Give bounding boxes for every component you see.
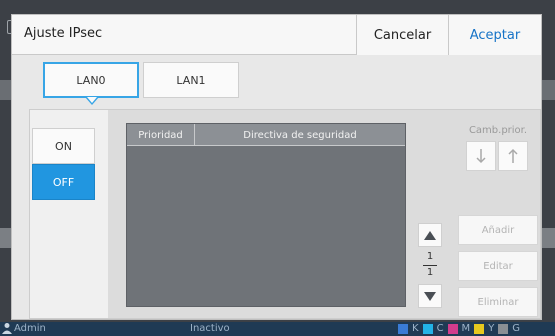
cancel-button[interactable]: Cancelar bbox=[356, 15, 448, 55]
arrow-up-icon bbox=[508, 148, 518, 163]
priority-change-label: Camb.prior. bbox=[468, 125, 528, 136]
triangle-down-icon bbox=[424, 291, 436, 301]
page-up-button[interactable] bbox=[418, 223, 442, 247]
toner-magenta bbox=[447, 323, 458, 334]
priority-up-button[interactable] bbox=[498, 141, 528, 171]
user-icon bbox=[2, 323, 12, 334]
column-header-priority: Prioridad bbox=[127, 124, 195, 146]
ipsec-dialog: Ajuste IPsec Cancelar Aceptar LAN0 LAN1 … bbox=[11, 14, 542, 320]
toner-gray bbox=[498, 323, 509, 334]
page-total: 1 bbox=[426, 267, 434, 278]
tab-lan0[interactable]: LAN0 bbox=[43, 62, 139, 98]
status-user: Admin bbox=[14, 323, 46, 334]
toner-levels: K C M Y G bbox=[398, 323, 520, 334]
tab-pointer-inner bbox=[87, 97, 97, 103]
toner-cyan bbox=[422, 323, 433, 334]
arrow-down-icon bbox=[476, 149, 486, 164]
toner-label-y: Y bbox=[488, 323, 495, 334]
status-state: Inactivo bbox=[190, 323, 230, 334]
tab-lan1[interactable]: LAN1 bbox=[143, 62, 239, 98]
status-bar: Admin Inactivo K C M Y G bbox=[0, 322, 555, 336]
dialog-titlebar: Ajuste IPsec Cancelar Aceptar bbox=[12, 15, 541, 55]
edit-button[interactable]: Editar bbox=[458, 251, 538, 281]
policy-area: Prioridad Directiva de seguridad Camb.pr… bbox=[108, 110, 540, 318]
column-header-policy: Directiva de seguridad bbox=[243, 129, 357, 141]
onoff-column: ON OFF bbox=[30, 110, 110, 318]
toner-label-m: M bbox=[461, 323, 471, 334]
add-button[interactable]: Añadir bbox=[458, 215, 538, 245]
page-divider bbox=[423, 265, 437, 266]
toner-yellow bbox=[474, 323, 485, 334]
settings-panel: ON OFF Prioridad Directiva de seguridad … bbox=[29, 109, 541, 319]
on-button[interactable]: ON bbox=[32, 128, 95, 164]
dialog-title: Ajuste IPsec bbox=[24, 26, 103, 41]
table-header: Prioridad Directiva de seguridad bbox=[127, 124, 405, 146]
accept-button[interactable]: Aceptar bbox=[448, 15, 541, 55]
toner-label-g: G bbox=[512, 323, 521, 334]
delete-button[interactable]: Eliminar bbox=[458, 287, 538, 317]
priority-down-button[interactable] bbox=[466, 141, 496, 171]
policy-table[interactable]: Prioridad Directiva de seguridad bbox=[126, 123, 406, 307]
off-button[interactable]: OFF bbox=[32, 164, 95, 200]
toner-label-c: C bbox=[436, 323, 444, 334]
toner-label-k: K bbox=[412, 323, 419, 334]
page-current: 1 bbox=[426, 251, 434, 262]
page-down-button[interactable] bbox=[418, 284, 442, 308]
toner-icon bbox=[398, 323, 408, 334]
triangle-up-icon bbox=[424, 230, 436, 240]
